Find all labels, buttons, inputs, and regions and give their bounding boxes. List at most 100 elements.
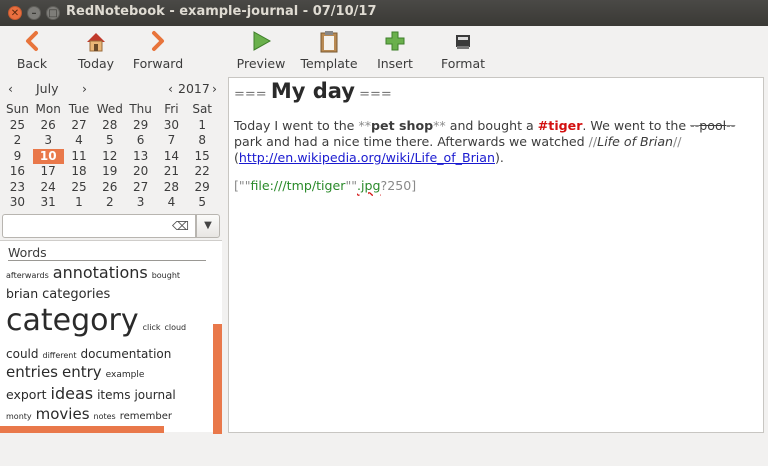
calendar-day[interactable]: 28 — [94, 118, 125, 134]
word-cloud-word[interactable]: ideas — [51, 384, 94, 403]
word-cloud-word[interactable]: annotations — [53, 263, 148, 282]
word-cloud-word[interactable]: bought — [152, 271, 180, 280]
prev-year-button[interactable]: ‹ — [168, 81, 173, 96]
calendar-day[interactable]: 29 — [125, 118, 156, 134]
calendar-day[interactable]: 31 — [33, 195, 64, 211]
maximize-window-button[interactable]: □ — [46, 6, 60, 20]
calendar-day[interactable]: 15 — [187, 149, 218, 165]
calendar-day[interactable]: 3 — [125, 195, 156, 211]
search-input[interactable]: ⌫ — [2, 214, 196, 238]
word-cloud-word[interactable]: afterwards — [6, 271, 49, 280]
today-button[interactable]: Today — [74, 28, 118, 72]
calendar-day[interactable]: 30 — [156, 118, 187, 134]
word-cloud-word[interactable]: items — [97, 388, 130, 402]
prev-month-button[interactable]: ‹ — [8, 81, 13, 96]
calendar-day[interactable]: 27 — [64, 118, 95, 134]
calendar-day[interactable]: 30 — [2, 195, 33, 211]
word-cloud-word[interactable]: movies — [36, 405, 90, 423]
back-label: Back — [16, 56, 48, 71]
calendar-day[interactable]: 7 — [156, 133, 187, 149]
minimize-window-button[interactable]: – — [27, 6, 41, 20]
forward-label: Forward — [132, 56, 184, 71]
home-icon — [74, 30, 118, 56]
calendar-day[interactable]: 5 — [94, 133, 125, 149]
calendar-day[interactable]: 22 — [187, 164, 218, 180]
calendar-day[interactable]: 17 — [33, 164, 64, 180]
word-cloud-word[interactable]: could — [6, 347, 39, 361]
preview-button[interactable]: Preview — [236, 28, 286, 72]
calendar-day[interactable]: 1 — [64, 195, 95, 211]
word-cloud-vertical-scrollbar[interactable] — [213, 324, 222, 434]
calendar-day[interactable]: 23 — [2, 180, 33, 196]
calendar-day[interactable]: 18 — [64, 164, 95, 180]
calendar-day[interactable]: 9 — [2, 149, 33, 165]
calendar-day[interactable]: 14 — [156, 149, 187, 165]
preview-label: Preview — [236, 56, 286, 71]
word-cloud-horizontal-scrollbar[interactable] — [0, 426, 164, 433]
calendar-day[interactable]: 5 — [187, 195, 218, 211]
calendar-day[interactable]: 4 — [64, 133, 95, 149]
calendar-day[interactable]: 24 — [33, 180, 64, 196]
calendar-day[interactable]: 6 — [125, 133, 156, 149]
calendar-week: 16 17 18 19 20 21 22 — [2, 164, 218, 180]
search-dropdown-button[interactable]: ▼ — [196, 214, 220, 238]
close-window-button[interactable]: ✕ — [8, 6, 22, 20]
calendar-day[interactable]: 28 — [156, 180, 187, 196]
calendar-day[interactable]: 20 — [125, 164, 156, 180]
toolbar: Back Today Forward Preview Template Inse… — [0, 26, 768, 74]
weekday-label: Fri — [164, 102, 179, 116]
calendar-day[interactable]: 11 — [64, 149, 95, 165]
calendar-day[interactable]: 1 — [187, 118, 218, 134]
calendar-day[interactable]: 25 — [64, 180, 95, 196]
word-cloud-word[interactable]: monty — [6, 412, 32, 421]
word-cloud-word[interactable]: entries — [6, 363, 58, 381]
forward-button[interactable]: Forward — [130, 28, 186, 72]
next-month-button[interactable]: › — [82, 81, 87, 96]
clear-search-icon[interactable]: ⌫ — [172, 219, 189, 233]
word-cloud-word[interactable]: example — [106, 370, 145, 380]
word-cloud-word[interactable]: remember — [120, 411, 172, 422]
calendar-day[interactable]: 19 — [94, 164, 125, 180]
back-button[interactable]: Back — [12, 28, 52, 72]
calendar-day[interactable]: 26 — [94, 180, 125, 196]
word-cloud-word[interactable]: cloud — [164, 323, 186, 332]
word-cloud-line: could different documentation — [6, 346, 211, 363]
format-button[interactable]: Format — [438, 28, 488, 72]
word-cloud-word[interactable]: brian — [6, 286, 38, 301]
heading-markup-close: === — [359, 87, 392, 102]
word-cloud-word[interactable]: click — [143, 323, 161, 332]
word-cloud-word[interactable]: export — [6, 387, 47, 402]
entry-editor[interactable]: === My day === Today I went to the **pet… — [228, 77, 764, 433]
next-year-button[interactable]: › — [212, 81, 217, 96]
calendar-day[interactable]: 21 — [156, 164, 187, 180]
insert-button[interactable]: Insert — [374, 28, 416, 72]
calendar-day[interactable]: 12 — [94, 149, 125, 165]
calendar-day[interactable]: 13 — [125, 149, 156, 165]
template-button[interactable]: Template — [300, 28, 358, 72]
calendar-day[interactable]: 25 — [2, 118, 33, 134]
calendar-day[interactable]: 8 — [187, 133, 218, 149]
weekday-label: Tue — [68, 102, 90, 116]
calendar-day[interactable]: 2 — [94, 195, 125, 211]
word-cloud-word[interactable]: entry — [62, 363, 102, 381]
calendar-day[interactable]: 29 — [187, 180, 218, 196]
calendar-day-selected[interactable]: 10 — [32, 148, 64, 164]
word-cloud-word[interactable]: different — [43, 351, 77, 360]
calendar-day[interactable]: 2 — [2, 133, 33, 149]
words-heading: Words — [8, 245, 47, 260]
calendar-week: 25 26 27 28 29 30 1 — [2, 118, 218, 134]
calendar-day[interactable]: 4 — [156, 195, 187, 211]
word-cloud-word[interactable]: categories — [42, 287, 110, 302]
word-cloud-word[interactable]: notes — [94, 412, 116, 421]
word-cloud-line: monty movies notes remember — [6, 405, 211, 426]
word-cloud-word[interactable]: category — [6, 303, 139, 338]
calendar-day[interactable]: 27 — [125, 180, 156, 196]
word-cloud-word[interactable]: documentation — [80, 347, 171, 361]
calendar-day[interactable]: 3 — [33, 133, 64, 149]
word-cloud-word[interactable]: journal — [134, 388, 175, 402]
arrow-right-icon — [130, 30, 186, 56]
word-cloud: afterwards annotations bought brian categori… — [6, 263, 211, 426]
wikipedia-link[interactable]: http://en.wikipedia.org/wiki/Life_of_Bri… — [239, 150, 495, 165]
calendar-day[interactable]: 16 — [2, 164, 33, 180]
calendar-day[interactable]: 26 — [33, 118, 64, 134]
